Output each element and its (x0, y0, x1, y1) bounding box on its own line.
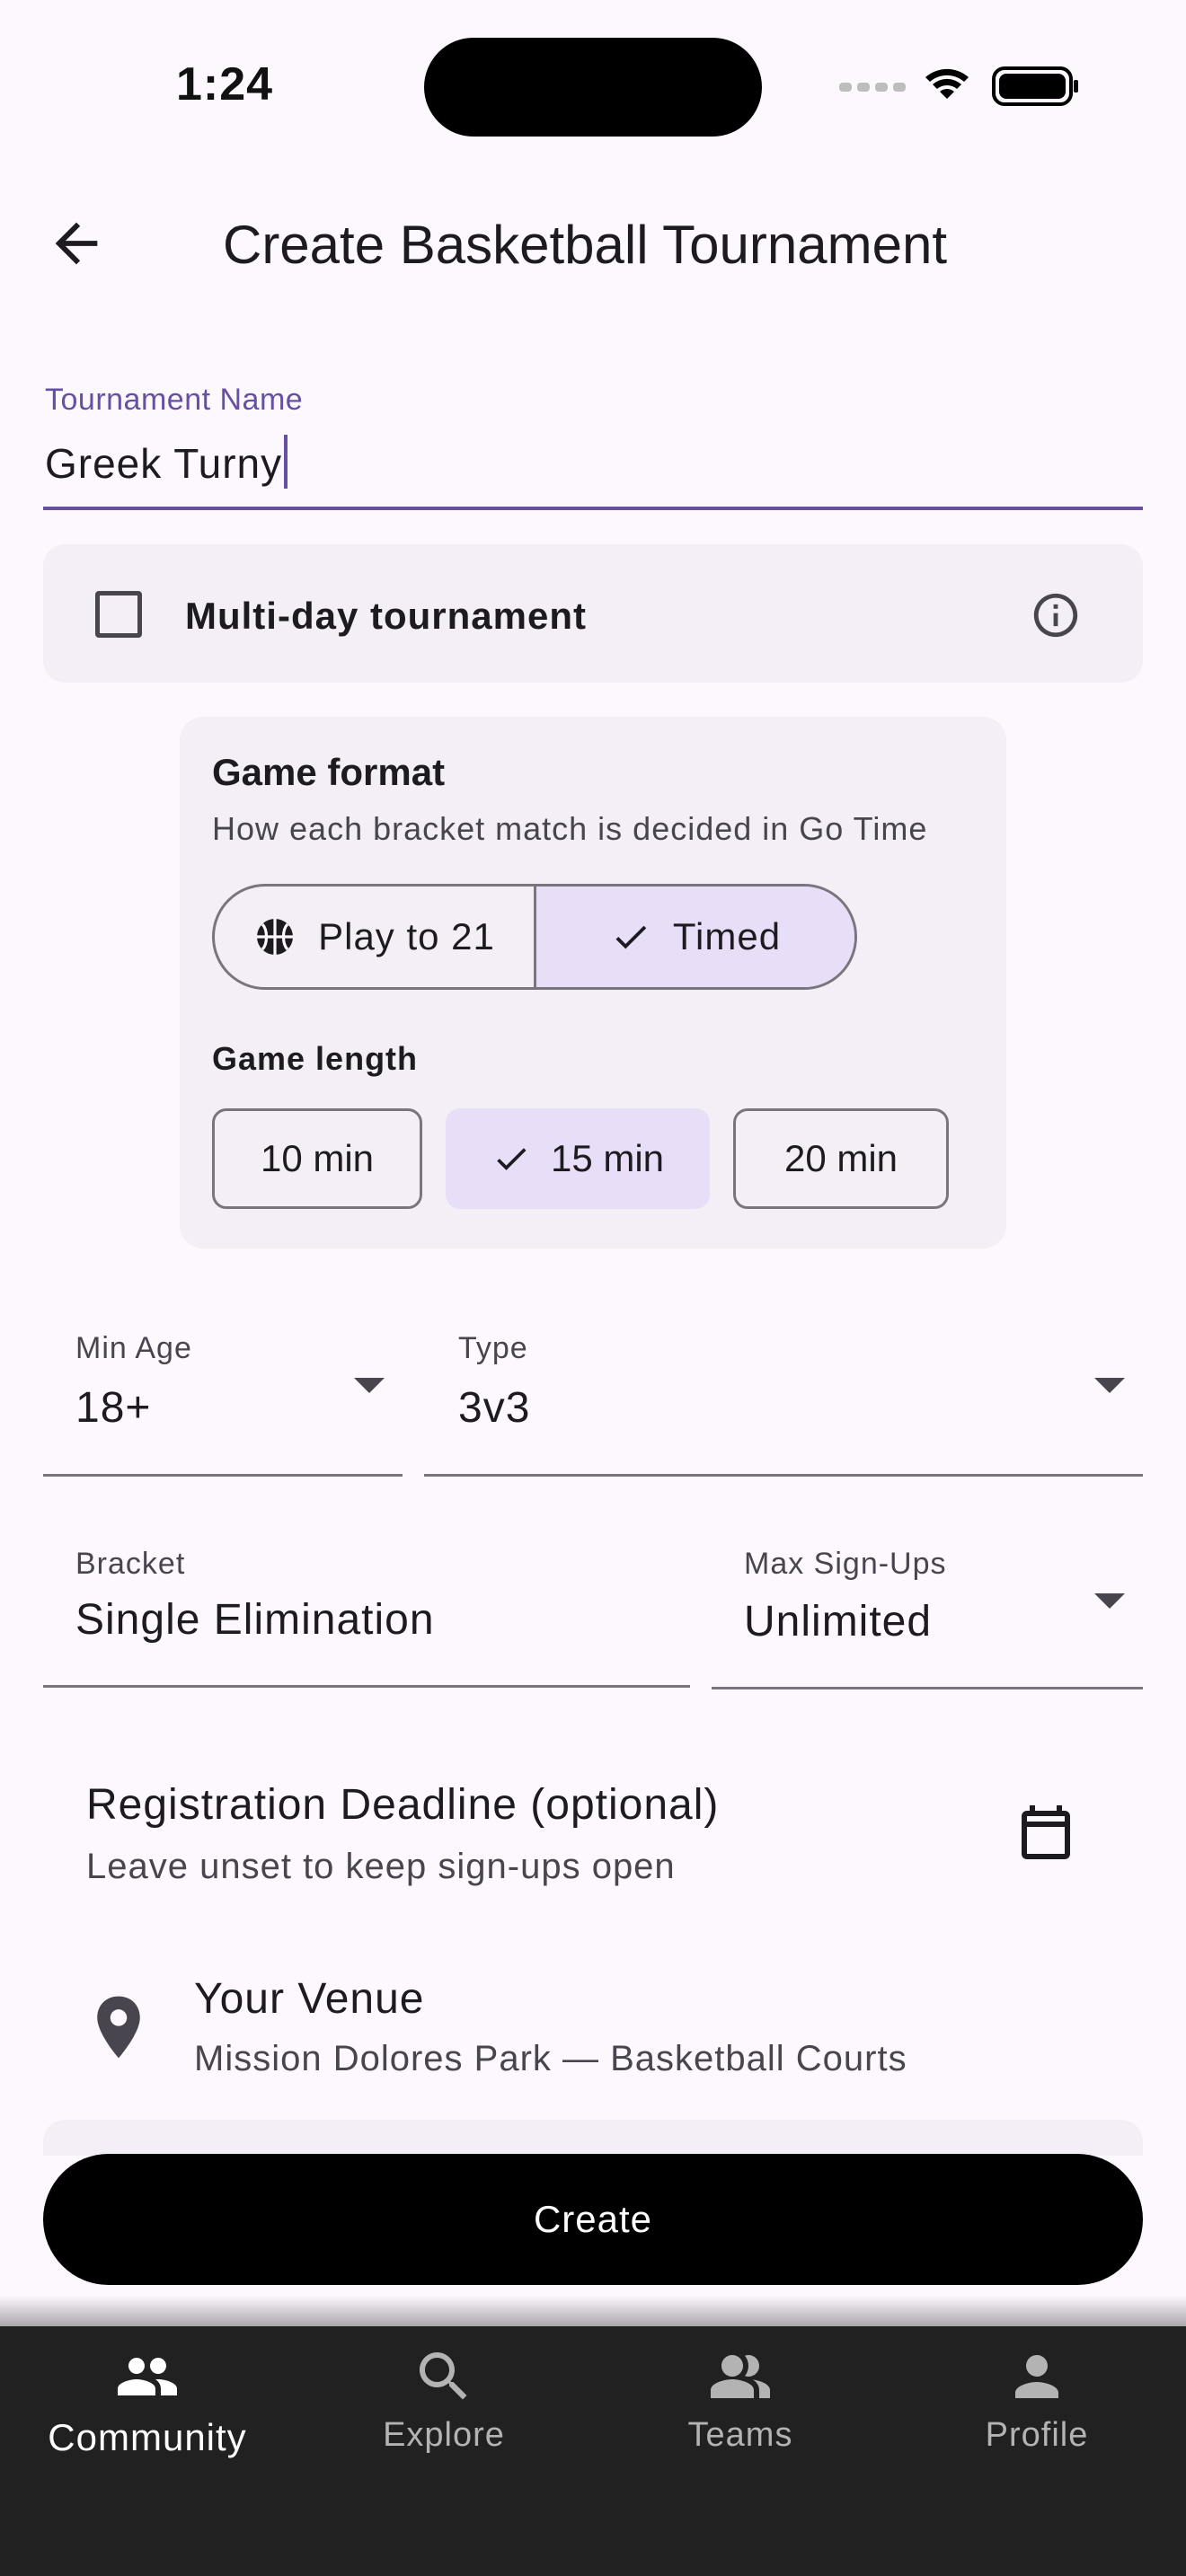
back-arrow-icon[interactable] (45, 212, 108, 275)
bracket-value: Single Elimination (75, 1596, 435, 1644)
game-format-subtitle: How each bracket match is decided in Go … (212, 810, 928, 847)
dynamic-island (424, 38, 762, 137)
min-age-underline (43, 1474, 403, 1477)
tournament-name-label: Tournament Name (45, 383, 304, 417)
multi-day-checkbox[interactable] (95, 591, 142, 638)
page-title: Create Basketball Tournament (223, 215, 948, 275)
nav-item-teams[interactable]: Teams (606, 2344, 875, 2470)
max-signups-label: Max Sign-Ups (744, 1547, 947, 1581)
length-chip-15[interactable]: 15 min (446, 1108, 710, 1209)
profile-icon (1015, 2355, 1058, 2398)
multi-day-label: Multi-day tournament (185, 595, 587, 637)
basketball-icon (257, 919, 294, 955)
tournament-name-value: Greek Turny (45, 440, 283, 487)
status-icons (839, 66, 1078, 106)
nav-label-profile: Profile (985, 2416, 1089, 2454)
registration-deadline-title: Registration Deadline (optional) (86, 1781, 720, 1829)
format-play-to-21-label: Play to 21 (318, 915, 495, 957)
tournament-name-input[interactable]: Greek Turny (45, 435, 288, 489)
type-label: Type (458, 1331, 528, 1365)
create-button[interactable]: Create (43, 2154, 1143, 2285)
nav-item-profile[interactable]: Profile (902, 2344, 1172, 2470)
max-signups-underline (712, 1687, 1143, 1689)
battery-icon (992, 66, 1078, 106)
tournament-name-underline (43, 507, 1143, 510)
check-icon (497, 1148, 527, 1170)
calendar-icon[interactable] (1013, 1800, 1078, 1865)
info-icon[interactable] (1030, 589, 1082, 641)
nav-item-explore[interactable]: Explore (309, 2344, 579, 2470)
text-caret (284, 435, 288, 489)
type-value: 3v3 (458, 1384, 531, 1432)
status-time: 1:24 (176, 58, 274, 110)
nav-item-community[interactable]: Community (13, 2344, 282, 2470)
length-chip-10-label: 10 min (260, 1137, 375, 1179)
community-icon (118, 2358, 177, 2395)
max-signups-value: Unlimited (744, 1598, 933, 1645)
min-age-label: Min Age (75, 1331, 192, 1365)
cellular-signal-icon (839, 83, 906, 92)
registration-deadline-subtitle: Leave unset to keep sign-ups open (86, 1847, 676, 1886)
length-chip-20[interactable]: 20 min (733, 1108, 949, 1209)
venue-subtitle: Mission Dolores Park — Basketball Courts (194, 2039, 907, 2078)
nav-label-explore: Explore (383, 2416, 505, 2454)
bracket-underline (43, 1685, 690, 1688)
venue-title: Your Venue (194, 1975, 425, 2023)
location-pin-icon (97, 1996, 140, 2059)
next-card-peek (43, 2120, 1143, 2156)
bracket-label: Bracket (75, 1547, 186, 1581)
game-format-title: Game format (212, 751, 446, 793)
format-timed-button[interactable]: Timed (536, 887, 854, 987)
teams-icon (711, 2355, 770, 2398)
game-format-segmented-button: Play to 21 Timed (212, 884, 857, 990)
length-chip-10[interactable]: 10 min (212, 1108, 422, 1209)
search-icon (420, 2352, 467, 2400)
bottom-nav-shadow (0, 2296, 1186, 2328)
nav-label-teams: Teams (687, 2416, 793, 2454)
check-icon (615, 925, 647, 949)
format-play-to-21-button[interactable]: Play to 21 (215, 887, 536, 987)
min-age-dropdown-arrow-icon (354, 1378, 385, 1393)
type-dropdown[interactable] (424, 1320, 1143, 1477)
game-length-title: Game length (212, 1040, 419, 1077)
type-underline (424, 1474, 1143, 1477)
format-timed-label: Timed (672, 915, 782, 957)
type-dropdown-arrow-icon (1094, 1378, 1125, 1393)
min-age-value: 18+ (75, 1384, 152, 1432)
length-chip-15-label: 15 min (550, 1137, 665, 1179)
length-chip-20-label: 20 min (783, 1137, 898, 1179)
max-signups-dropdown-arrow-icon (1094, 1593, 1125, 1609)
nav-label-community: Community (48, 2416, 247, 2458)
wifi-icon (925, 68, 969, 99)
